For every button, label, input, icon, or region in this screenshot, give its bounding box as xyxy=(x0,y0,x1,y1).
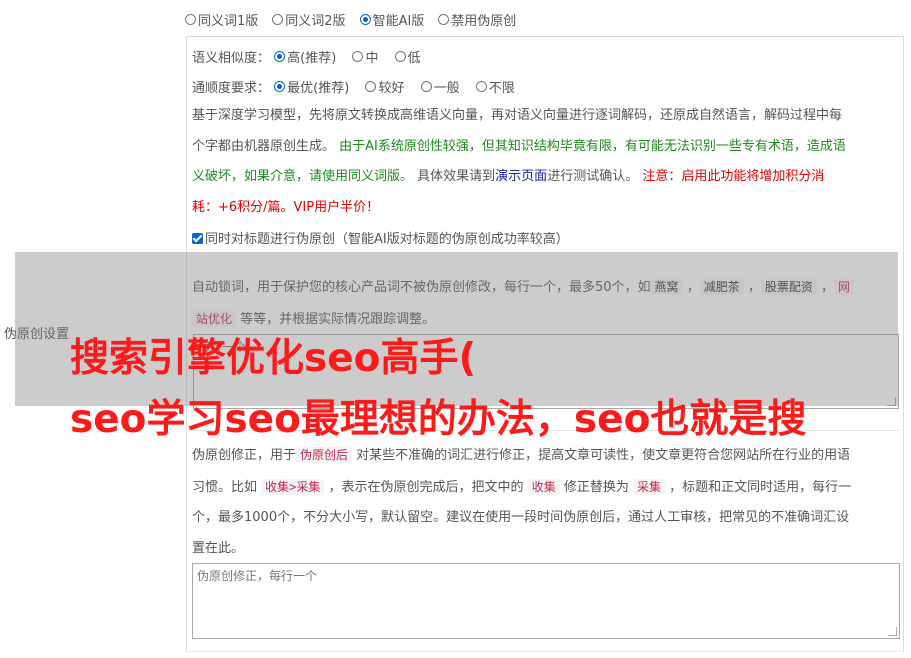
mode-radio-synonym-v1[interactable]: 同义词1版 xyxy=(185,10,258,29)
similarity-high[interactable]: 高(推荐) xyxy=(274,47,336,66)
similarity-row: 语义相似度： 高(推荐) 中 低 xyxy=(192,47,435,66)
example-tag: 伪原创后 xyxy=(296,447,353,463)
radio-dot[interactable] xyxy=(394,51,406,62)
mode-radio-smart-ai[interactable]: 智能AI版 xyxy=(359,10,424,29)
radio-dot[interactable] xyxy=(352,51,364,62)
demo-page-link[interactable]: 演示页面 xyxy=(495,169,547,184)
radio-dot[interactable] xyxy=(475,81,487,92)
radio-dot-selected[interactable] xyxy=(274,51,286,62)
example-tag: 收集 xyxy=(527,478,560,495)
resize-handle[interactable] xyxy=(888,627,897,636)
fluency-label: 通顺度要求： xyxy=(192,81,271,96)
similarity-medium[interactable]: 中 xyxy=(352,47,378,66)
mode-radio-synonym-v2[interactable]: 同义词2版 xyxy=(272,10,346,29)
mode-radio-group: 同义词1版 同义词2版 智能AI版 禁用伪原创 xyxy=(185,9,530,29)
example-tag: 收集>采集 xyxy=(261,478,325,495)
fluency-normal[interactable]: 一般 xyxy=(420,77,460,96)
similarity-label: 语义相似度： xyxy=(192,51,271,66)
radio-dot[interactable] xyxy=(272,13,284,25)
fluency-unlimited[interactable]: 不限 xyxy=(475,77,515,96)
watermark-line-2: seo学习seo最理想的办法，seo也就是搜 xyxy=(70,397,807,442)
similarity-low[interactable]: 低 xyxy=(394,47,421,66)
fluency-good[interactable]: 较好 xyxy=(365,77,404,96)
desc-line-2: 个字都由机器原创生成。 由于AI系统原创性较强，但其知识结构毕竟有限，有可能无法… xyxy=(192,138,846,154)
title-option-label: 同时对标题进行伪原创（智能AI版对标题的伪原创成功率较高） xyxy=(205,232,569,247)
desc-line-4: 耗：+6积分/篇。VIP用户半价！ xyxy=(192,199,380,215)
radio-dot-selected[interactable] xyxy=(274,81,286,92)
ai-description: 基于深度学习模型，先将原文转换成高维语义向量，再对语义向量进行逐词解码，还原成自… xyxy=(192,101,902,223)
fluency-best[interactable]: 最优(推荐) xyxy=(274,77,349,96)
radio-dot-selected[interactable] xyxy=(359,13,371,25)
desc-line-1: 基于深度学习模型，先将原文转换成高维语义向量，再对语义向量进行逐词解码，还原成自… xyxy=(192,108,843,123)
desc-line-3: 义破坏，如果介意，请使用同义词版。 具体效果请到演示页面进行测试确认。 注意：启… xyxy=(192,169,825,184)
radio-dot[interactable] xyxy=(420,81,432,92)
gray-overlay xyxy=(15,252,898,406)
correction-description: 伪原创修正，用于 伪原创后 对某些不准确的词汇进行修正，提高文章可读性，使文章更符… xyxy=(192,447,852,556)
radio-dot[interactable] xyxy=(365,81,377,92)
example-tag: 采集 xyxy=(633,478,666,495)
title-option-checkbox[interactable] xyxy=(192,233,203,244)
mode-radio-disable[interactable]: 禁用伪原创 xyxy=(438,10,516,29)
watermark-line-1: 搜索引擎优化seo高手( xyxy=(70,336,477,381)
radio-dot[interactable] xyxy=(438,13,450,25)
radio-dot[interactable] xyxy=(185,13,196,25)
correction-textarea[interactable]: 伪原创修正，每行一个 xyxy=(192,563,900,639)
fluency-row: 通顺度要求： 最优(推荐) 较好 一般 不限 xyxy=(192,77,529,96)
title-option-row[interactable]: 同时对标题进行伪原创（智能AI版对标题的伪原创成功率较高） xyxy=(192,228,569,247)
